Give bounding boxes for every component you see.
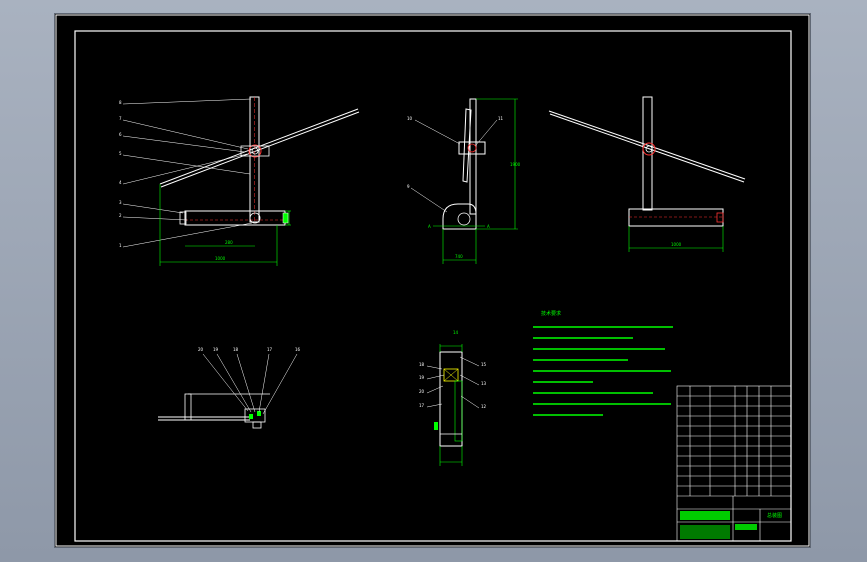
inner-border	[74, 30, 792, 542]
callout-detail: 16	[295, 347, 301, 352]
front-view: 1000 280	[122, 96, 360, 266]
notes-heading: 技术要求	[541, 311, 562, 317]
title-block-name: 总装图	[767, 513, 783, 519]
callout-front: 5	[119, 151, 122, 156]
callout-front: 4	[119, 180, 122, 185]
callout-front: 1	[119, 243, 122, 248]
callout-detail: 17	[267, 347, 273, 352]
callout-detail: 18	[233, 347, 239, 352]
drawing-sheet: 1000 280 A A 1900 740 1000 技术要求 总装图 8 7 …	[55, 14, 810, 547]
callout-side: 11	[498, 116, 504, 121]
iso-view: 1000	[548, 96, 746, 252]
callout-section: 20	[419, 389, 425, 394]
callout-section: 14	[453, 330, 459, 335]
technical-notes	[533, 326, 673, 416]
callout-section: 19	[419, 375, 425, 380]
callout-side: 10	[407, 116, 413, 121]
callout-section: 13	[481, 381, 487, 386]
section-label-left: A	[428, 224, 431, 229]
title-block-fill	[680, 511, 757, 539]
svg-text:280: 280	[225, 240, 233, 245]
side-view: A A 1900 740	[410, 98, 521, 264]
callout-section: 18	[419, 362, 425, 367]
section-view	[426, 344, 480, 466]
callout-detail: 20	[198, 347, 204, 352]
detail-view	[158, 353, 298, 429]
callout-side: 9	[407, 184, 410, 189]
callout-section: 12	[481, 404, 487, 409]
svg-text:1000: 1000	[671, 242, 682, 247]
callout-front: 6	[119, 132, 122, 137]
cad-drawing: 1000 280 A A 1900 740 1000	[55, 14, 810, 547]
callout-section: 17	[419, 403, 425, 408]
callout-front: 7	[119, 116, 122, 121]
outer-border	[55, 14, 810, 547]
section-label-right: A	[487, 224, 490, 229]
svg-text:740: 740	[455, 254, 463, 259]
callout-front: 3	[119, 200, 122, 205]
callout-section: 15	[481, 362, 487, 367]
svg-text:1000: 1000	[215, 256, 226, 261]
svg-text:1900: 1900	[510, 162, 521, 167]
callout-front: 2	[119, 213, 122, 218]
callout-detail: 19	[213, 347, 219, 352]
callout-front: 8	[119, 100, 122, 105]
